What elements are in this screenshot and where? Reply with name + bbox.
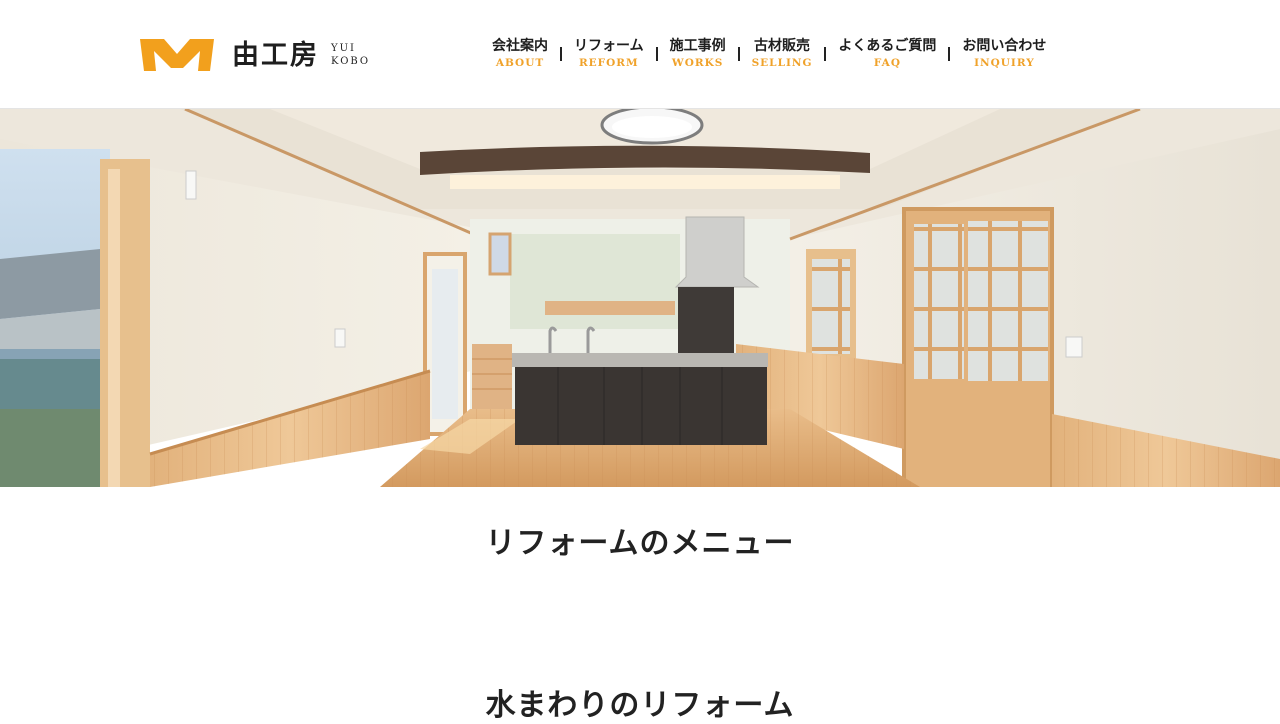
site-header: 由工房 YUI KOBO 会社案内 ABOUT リフォーム REFORM 施工事… <box>0 0 1280 109</box>
hero-image <box>0 109 1280 487</box>
logo-text-en: YUI KOBO <box>331 42 370 68</box>
nav-item-selling[interactable]: 古材販売 SELLING <box>740 37 825 70</box>
nav-label-jp: 会社案内 <box>492 38 548 54</box>
logo-text-en-line1: YUI <box>331 43 356 54</box>
nav-label-jp: リフォーム <box>574 38 644 54</box>
nav-label-en: INQUIRY <box>974 57 1035 69</box>
nav-item-inquiry[interactable]: お問い合わせ INQUIRY <box>950 37 1058 70</box>
site-logo[interactable]: 由工房 YUI KOBO <box>140 38 370 72</box>
nav-label-jp: 古材販売 <box>754 38 810 54</box>
nav-label-en: ABOUT <box>495 57 545 69</box>
global-nav: 会社案内 ABOUT リフォーム REFORM 施工事例 WORKS 古材販売 … <box>480 37 1058 70</box>
logo-mark-icon <box>140 39 214 71</box>
nav-item-faq[interactable]: よくあるご質問 FAQ <box>826 37 948 70</box>
nav-label-jp: よくあるご質問 <box>838 38 937 54</box>
nav-label-en: WORKS <box>671 57 724 69</box>
nav-item-about[interactable]: 会社案内 ABOUT <box>480 37 560 70</box>
nav-label-en: FAQ <box>873 57 901 69</box>
nav-label-en: REFORM <box>578 57 639 69</box>
nav-item-reform[interactable]: リフォーム REFORM <box>562 37 656 70</box>
reform-menu-title: リフォームのメニュー <box>485 526 795 561</box>
nav-label-jp: 施工事例 <box>669 38 726 54</box>
nav-label-jp: お問い合わせ <box>962 38 1047 54</box>
interior-photo-icon <box>0 109 1280 487</box>
nav-item-works[interactable]: 施工事例 WORKS <box>658 37 738 70</box>
nav-label-en: SELLING <box>751 57 813 69</box>
logo-text-jp: 由工房 <box>232 39 319 71</box>
logo-text-en-line2: KOBO <box>331 56 371 67</box>
water-reform-title: 水まわりのリフォーム <box>485 688 795 723</box>
